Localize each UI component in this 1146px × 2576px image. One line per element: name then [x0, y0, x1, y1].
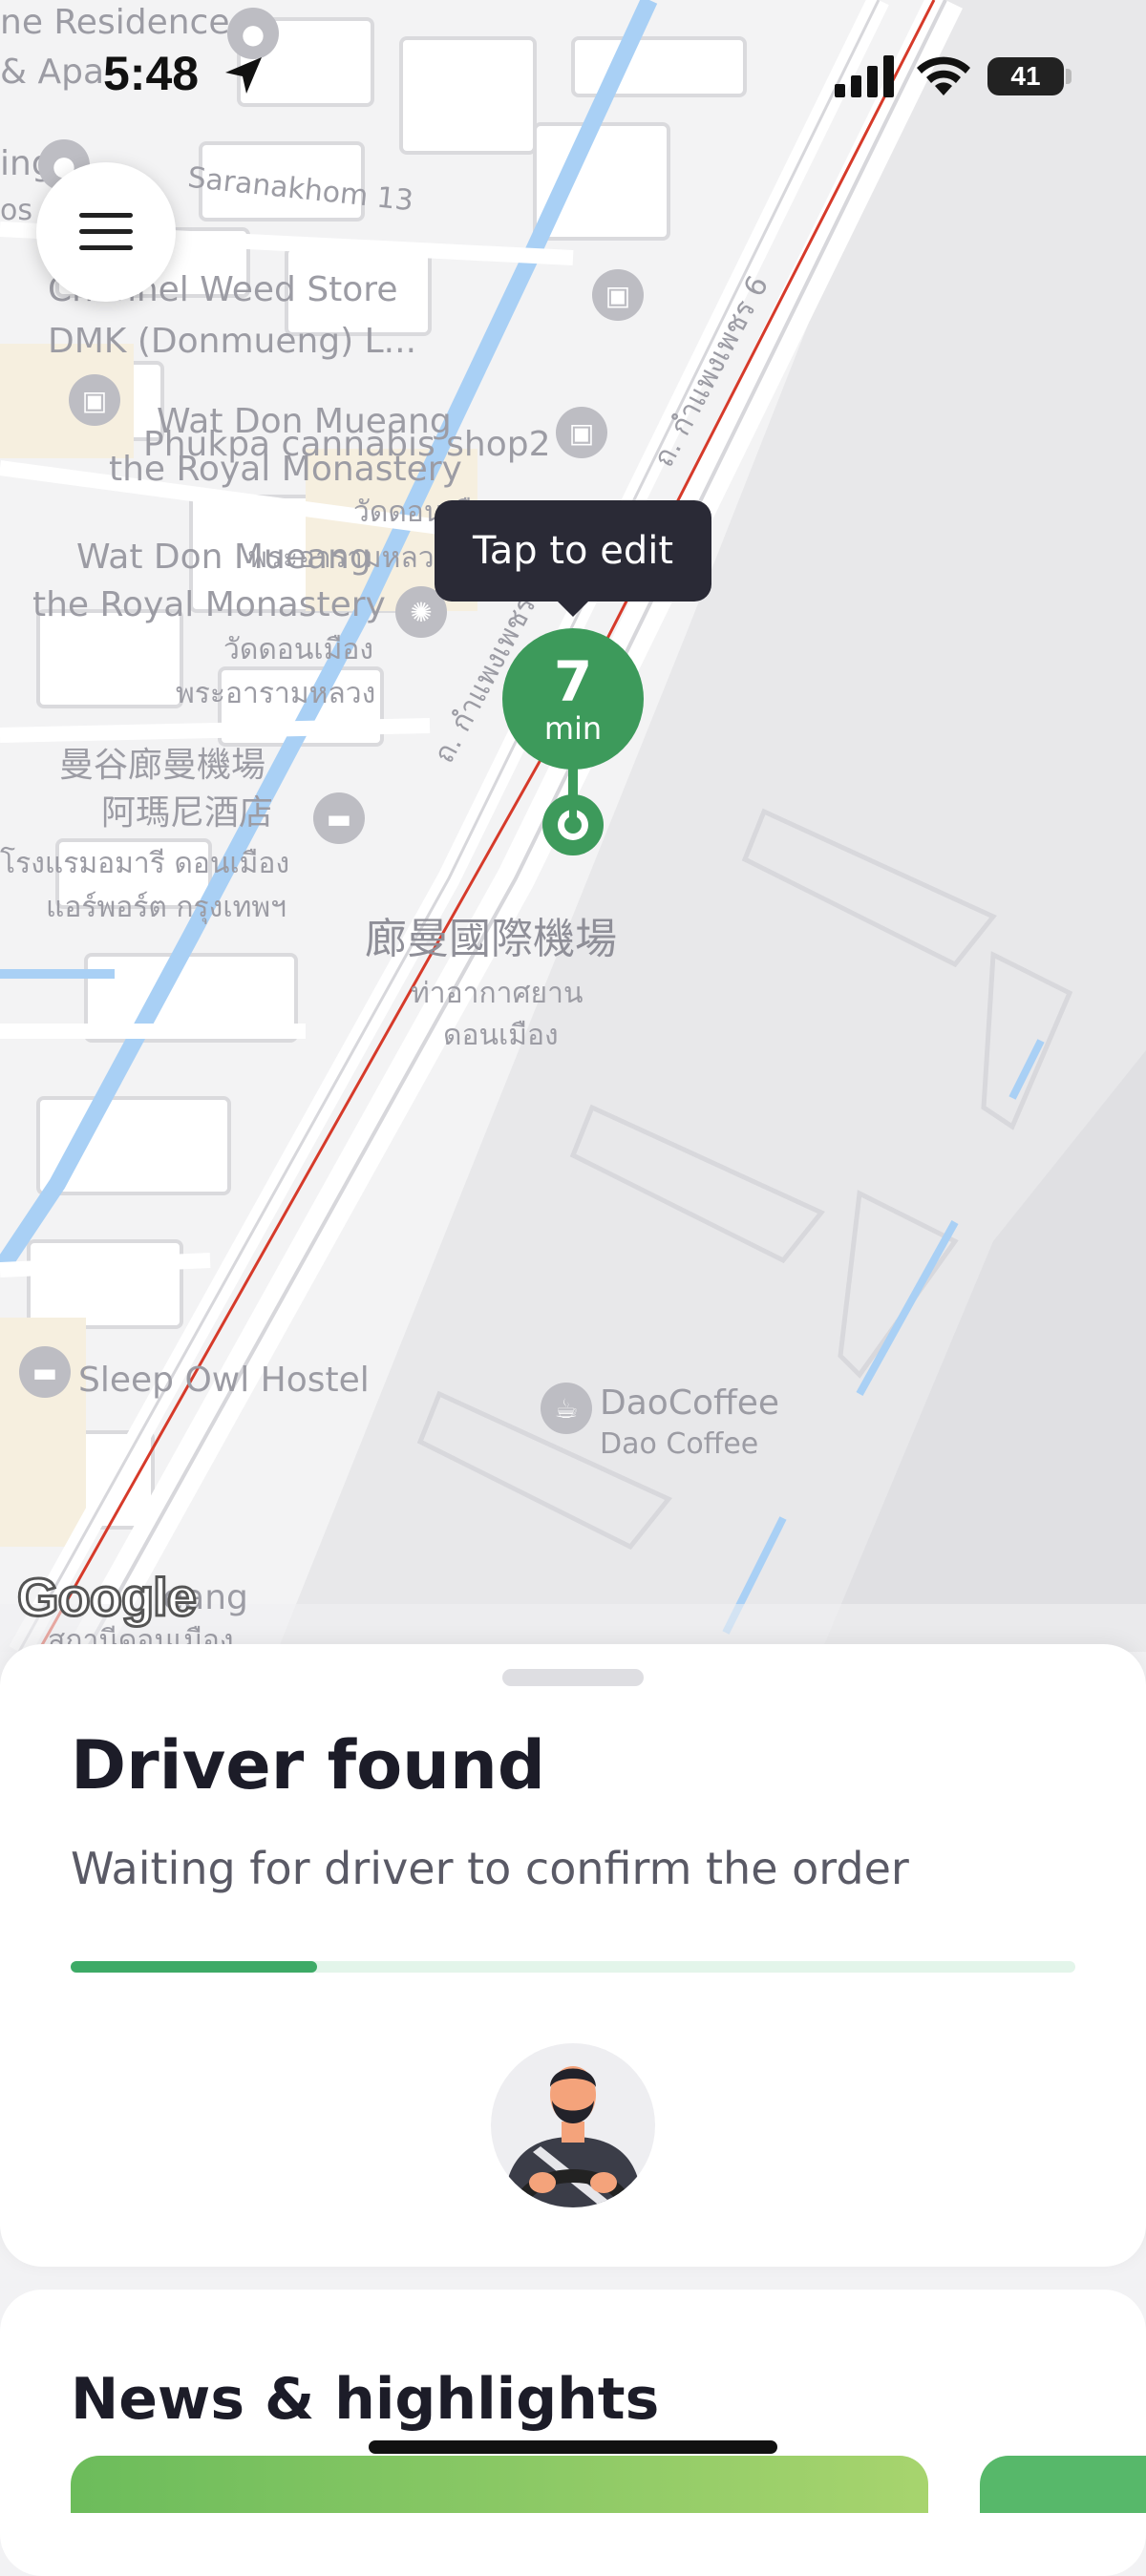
- sheet-title: Driver found: [71, 1726, 545, 1805]
- pickup-location-icon[interactable]: [542, 794, 604, 855]
- shopping-bag-icon[interactable]: ▣: [592, 269, 644, 321]
- map-label: os: [0, 194, 32, 227]
- eta-pin[interactable]: 7 min: [502, 628, 644, 770]
- map-label: DMK (Donmueng) L...: [48, 322, 417, 361]
- sheet-subtitle: Waiting for driver to confirm the order: [71, 1843, 909, 1894]
- map-label: Sleep Owl Hostel: [78, 1361, 370, 1400]
- menu-button[interactable]: [36, 162, 176, 302]
- map-label: 阿瑪尼酒店: [101, 793, 274, 833]
- map-label: 廊曼國際機場: [365, 915, 617, 963]
- battery-tip: [1066, 69, 1072, 84]
- map-label: ne Residence: [0, 3, 230, 42]
- map-label: พระอารามหลวง: [248, 541, 449, 575]
- shopping-bag-icon[interactable]: ▣: [69, 374, 120, 426]
- map-label: the Royal Monastery: [32, 585, 386, 624]
- sheet-drag-handle[interactable]: [502, 1669, 644, 1686]
- map-label: พระอารามหลวง: [176, 677, 376, 710]
- search-progress-bar: [71, 1961, 1075, 1973]
- google-attribution: Google: [16, 1566, 199, 1629]
- map-label: วัดดอนเมือง: [223, 633, 374, 666]
- tooltip-arrow: [556, 600, 590, 617]
- eta-unit: min: [543, 710, 603, 747]
- map-label: & Apa: [0, 53, 105, 92]
- news-banner-next[interactable]: [980, 2456, 1146, 2513]
- map-label: Dao Coffee: [600, 1427, 759, 1461]
- poi-marker-icon[interactable]: ●: [227, 8, 279, 59]
- map-label: โรงแรมอมารี ดอนเมือง: [0, 847, 290, 880]
- home-indicator[interactable]: [369, 2440, 777, 2454]
- eta-value: 7: [553, 649, 593, 714]
- map-label: ท่าอากาศยาน: [411, 977, 584, 1010]
- news-card: [0, 2290, 1146, 2576]
- location-arrow-icon: [225, 57, 262, 94]
- hostel-bed-icon[interactable]: ▬: [19, 1346, 71, 1398]
- tap-to-edit-tooltip[interactable]: Tap to edit: [435, 500, 711, 602]
- battery-icon: 41: [987, 57, 1064, 95]
- signal-icon: [835, 55, 894, 97]
- hotel-bed-icon[interactable]: ▬: [313, 792, 365, 844]
- map-label: แอร์พอร์ต กรุงเทพฯ: [46, 891, 286, 924]
- driver-avatar-icon: [491, 2043, 655, 2207]
- map-label: 曼谷廊曼機場: [59, 746, 266, 785]
- progress-fill: [71, 1961, 317, 1973]
- map-label: ดอนเมือง: [443, 1019, 559, 1052]
- map-label: DaoCoffee: [600, 1383, 780, 1423]
- news-banner[interactable]: [71, 2456, 928, 2513]
- coffee-cup-icon[interactable]: ☕: [541, 1383, 592, 1434]
- status-time: 5:48: [103, 47, 200, 100]
- wifi-icon: [917, 56, 970, 95]
- news-title: News & highlights: [71, 2366, 660, 2433]
- hamburger-menu-icon: [79, 213, 133, 250]
- map-label: Phukpa cannabis shop2: [143, 425, 551, 464]
- shopping-bag-icon[interactable]: ▣: [556, 407, 607, 458]
